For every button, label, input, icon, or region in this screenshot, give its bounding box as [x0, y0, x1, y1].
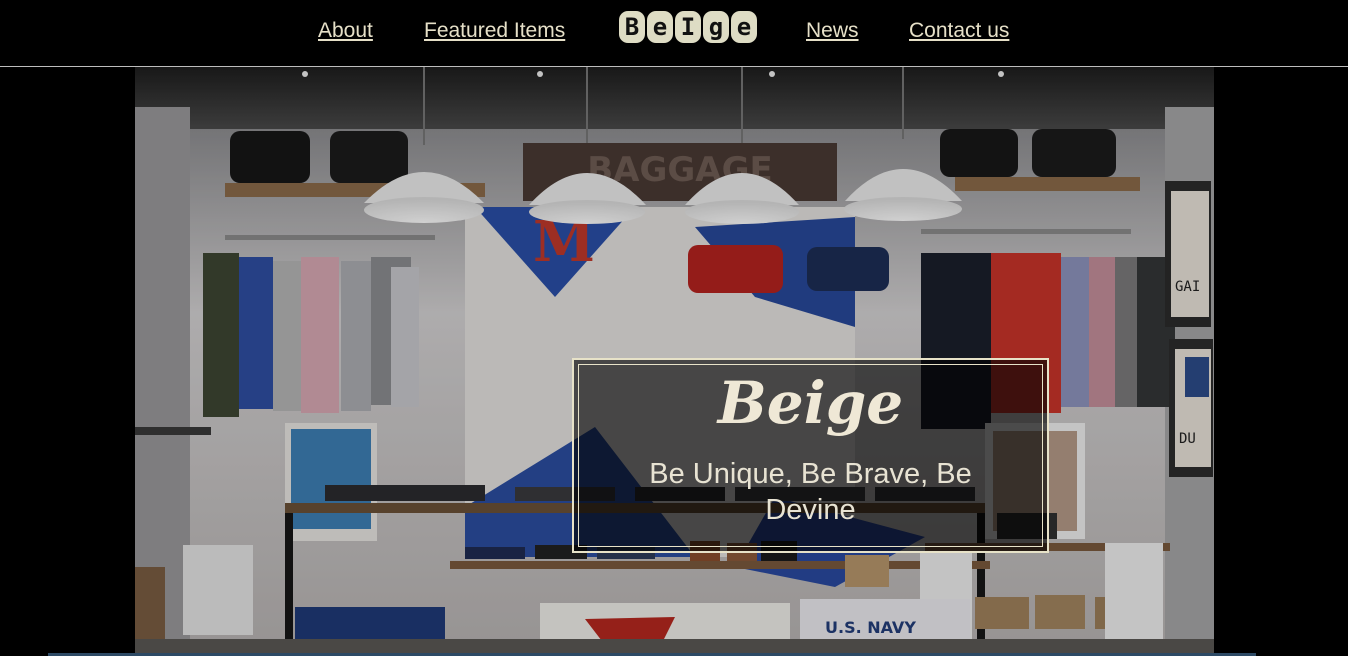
- nav-link-featured-items[interactable]: Featured Items: [424, 19, 565, 43]
- hero-tagline: Be Unique, Be Brave, Be Devine: [649, 458, 972, 526]
- nav-link-news[interactable]: News: [806, 19, 859, 43]
- logo-letter: I: [675, 11, 701, 43]
- nav-link-contact-us[interactable]: Contact us: [909, 19, 1009, 43]
- logo-letter: g: [703, 11, 729, 43]
- hero-title-card: Beige Be Unique, Be Brave, Be Devine: [572, 358, 1049, 553]
- nav-link-about[interactable]: About: [318, 19, 373, 43]
- logo-letter: e: [731, 11, 757, 43]
- logo-letter: e: [647, 11, 673, 43]
- hero-brand-title: Beige: [717, 369, 904, 437]
- hero-banner: BAGGAGE M GAI: [135, 67, 1214, 654]
- brand-logo[interactable]: B e I g e: [619, 11, 759, 44]
- logo-letter: B: [619, 11, 645, 43]
- top-navigation: About Featured Items B e I g e News Cont…: [0, 0, 1348, 67]
